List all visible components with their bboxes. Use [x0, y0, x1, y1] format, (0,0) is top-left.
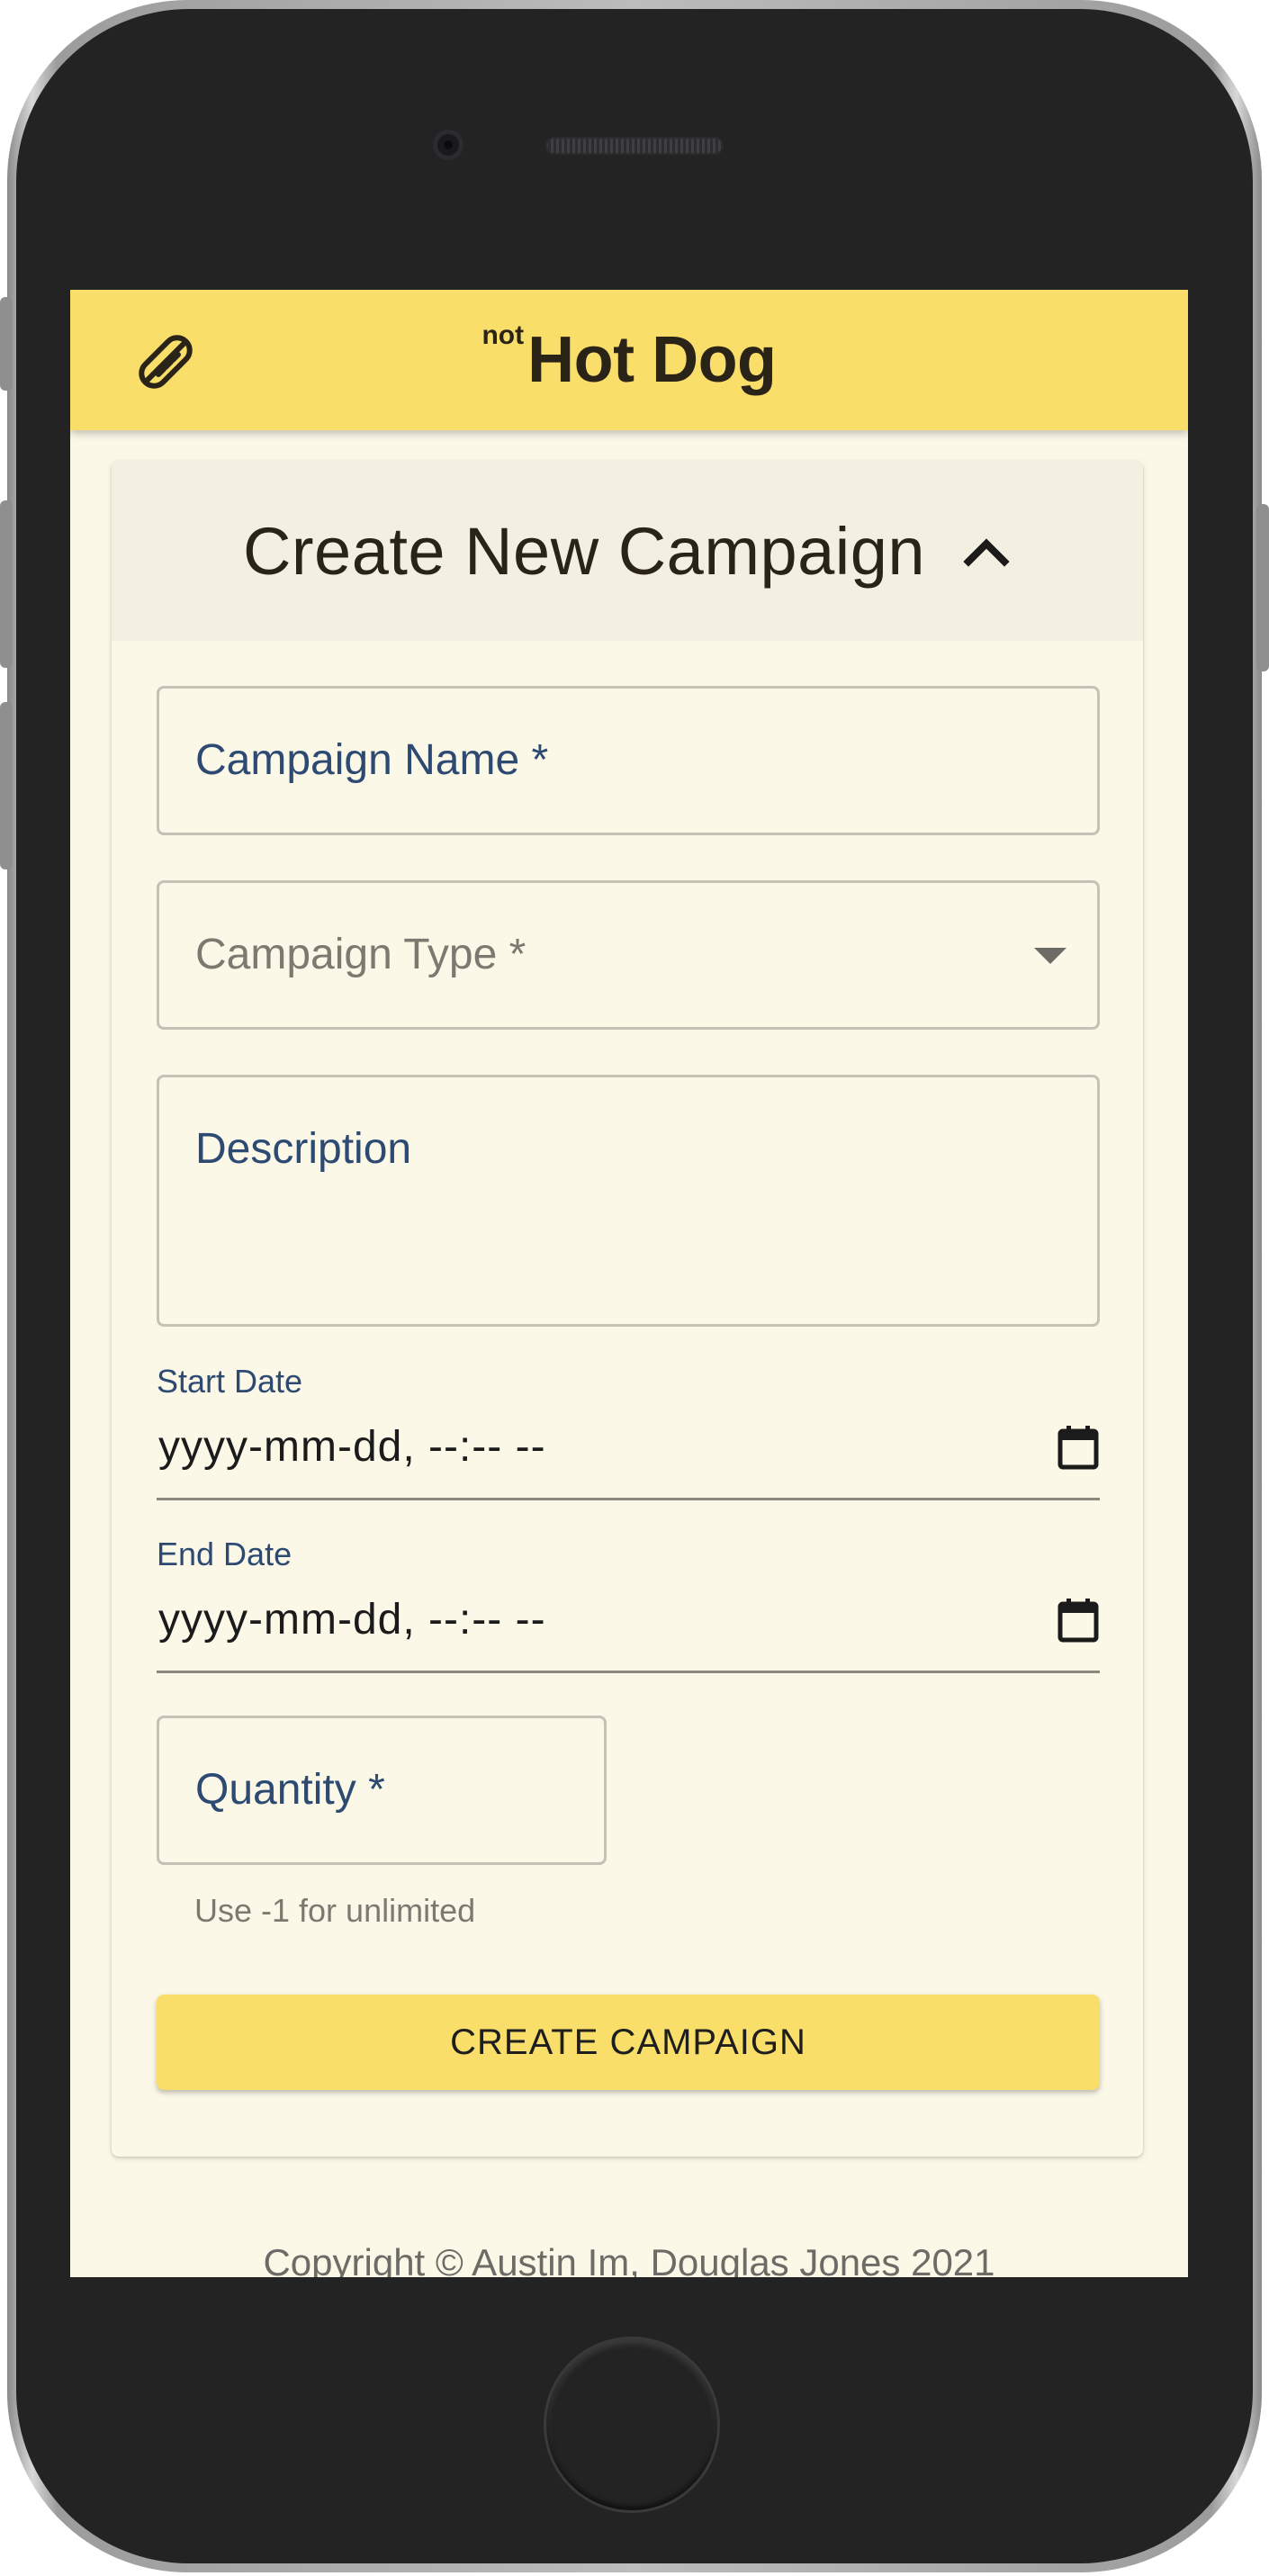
description-label: Description: [195, 1125, 412, 1173]
silent-switch: [0, 297, 13, 391]
front-camera: [433, 130, 464, 160]
quantity-field[interactable]: Quantity *: [157, 1716, 607, 1865]
end-date-input[interactable]: yyyy-mm-dd, --:-- --: [158, 1595, 546, 1644]
create-campaign-card: Create New Campaign Campaign Name * Camp…: [112, 461, 1143, 2157]
app-brand: not Hot Dog: [70, 290, 1188, 430]
volume-up-button: [0, 500, 13, 668]
start-date-underline: [157, 1498, 1100, 1500]
power-button: [1256, 504, 1269, 671]
quantity-label: Quantity *: [195, 1766, 385, 1814]
chevron-up-icon[interactable]: [961, 526, 1012, 576]
end-date-underline: [157, 1671, 1100, 1673]
end-date-label: End Date: [157, 1536, 292, 1572]
campaign-name-field[interactable]: Campaign Name *: [157, 686, 1100, 835]
create-campaign-button[interactable]: CREATE CAMPAIGN: [157, 1995, 1100, 2090]
volume-down-button: [0, 702, 13, 869]
earpiece-speaker: [545, 137, 724, 155]
quantity-helper-text: Use -1 for unlimited: [194, 1892, 476, 1929]
app-screen: not Hot Dog Create New Campaign Campaign…: [70, 290, 1188, 2277]
card-header[interactable]: Create New Campaign: [112, 461, 1143, 641]
home-button[interactable]: [544, 2337, 720, 2513]
card-title: Create New Campaign: [242, 513, 926, 589]
description-field[interactable]: Description: [157, 1075, 1100, 1327]
campaign-name-label: Campaign Name *: [195, 736, 549, 784]
copyright-footer: Copyright © Austin Im, Douglas Jones 202…: [263, 2241, 995, 2277]
dropdown-arrow-icon: [1034, 948, 1066, 964]
campaign-type-label: Campaign Type *: [195, 931, 526, 978]
brand-name: Hot Dog: [527, 324, 777, 396]
calendar-icon[interactable]: [1057, 1597, 1100, 1644]
start-date-input[interactable]: yyyy-mm-dd, --:-- --: [158, 1422, 546, 1472]
start-date-label: Start Date: [157, 1363, 303, 1400]
calendar-icon[interactable]: [1057, 1424, 1100, 1471]
brand-prefix: not: [482, 320, 525, 350]
campaign-type-select[interactable]: Campaign Type *: [157, 880, 1100, 1030]
app-bar: not Hot Dog: [70, 290, 1188, 430]
